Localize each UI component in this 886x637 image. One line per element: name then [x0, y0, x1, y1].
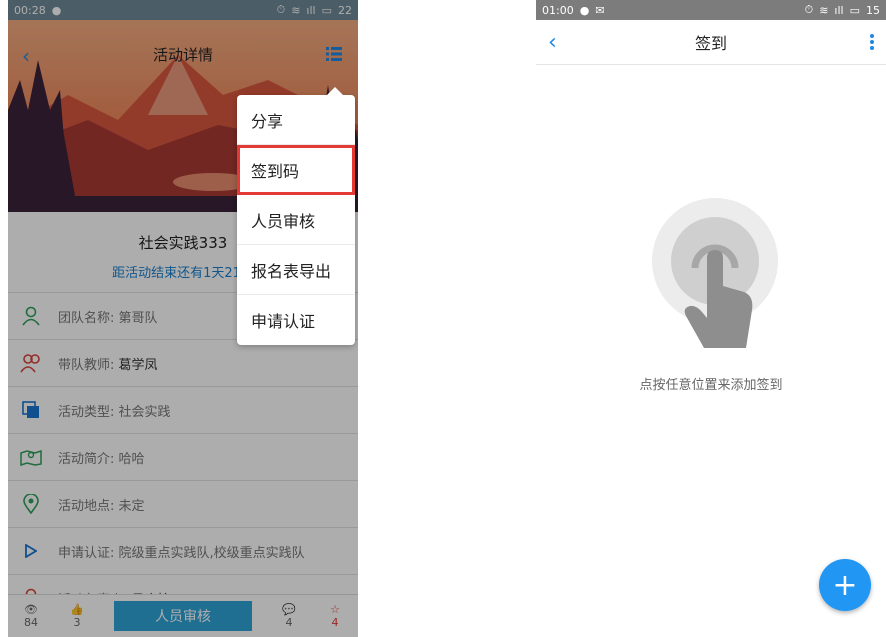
popup-menu: 分享 签到码 人员审核 报名表导出 申请认证 [237, 87, 355, 345]
menu-item-export-signup[interactable]: 报名表导出 [237, 245, 355, 295]
add-checkin-button[interactable]: + [819, 559, 871, 611]
tap-hand-icon [652, 198, 778, 353]
checkin-hint: 点按任意位置来添加签到 [639, 378, 783, 393]
menu-item-checkin-code[interactable]: 签到码 [237, 145, 355, 195]
back-button[interactable]: ‹ [548, 30, 572, 55]
header: ‹ 签到 [536, 20, 886, 65]
battery-icon: ▭ [849, 3, 860, 17]
battery-level: 15 [866, 3, 880, 17]
page-title: 签到 [694, 34, 727, 53]
more-vert-icon[interactable] [850, 34, 874, 50]
signal-icon: ıll [834, 3, 844, 17]
menu-item-share[interactable]: 分享 [237, 95, 355, 145]
menu-item-apply-cert[interactable]: 申请认证 [237, 295, 355, 345]
wifi-icon: ≋ [819, 3, 829, 17]
chat-icon: ● [579, 3, 590, 17]
status-time: 01:00 [542, 3, 574, 17]
plus-icon: + [832, 567, 858, 603]
mail-icon: ✉ [595, 3, 605, 17]
alarm-icon: ⏱ [804, 3, 814, 16]
activity-detail-screen: 00:28 ● ⏱ ≋ ıll ▭ 22 ‹ 活动详情 社会实践333 距活动结… [8, 0, 358, 637]
checkin-screen[interactable]: 01:00 ● ✉ ⏱ ≋ ıll ▭ 15 ‹ 签到 点按任意位置来添加签到 … [536, 0, 886, 637]
menu-item-member-review[interactable]: 人员审核 [237, 195, 355, 245]
status-bar: 01:00 ● ✉ ⏱ ≋ ıll ▭ 15 [536, 0, 886, 20]
